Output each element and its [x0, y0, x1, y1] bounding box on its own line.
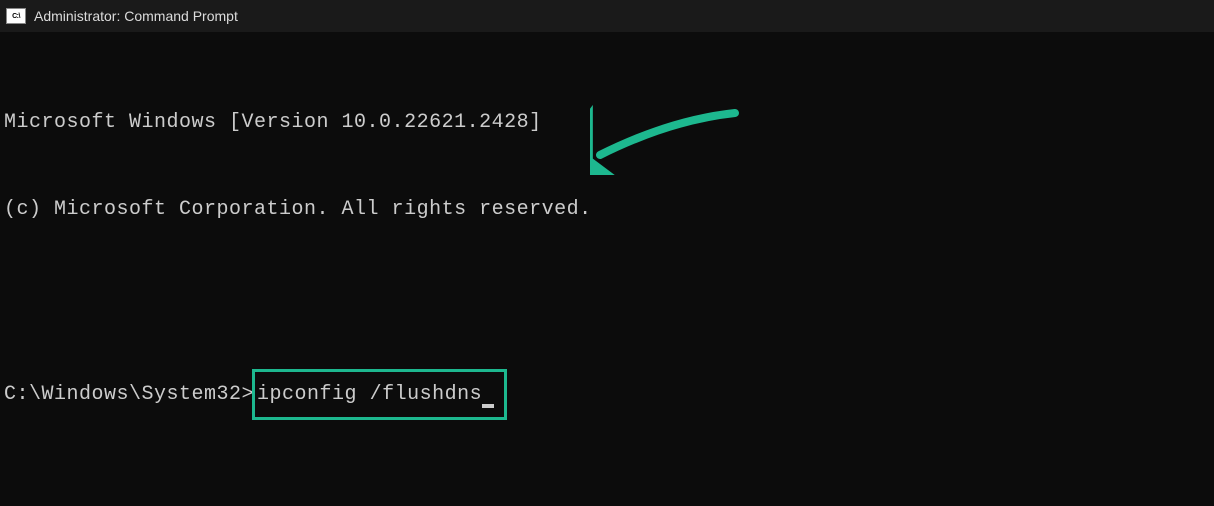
window-titlebar[interactable]: Administrator: Command Prompt: [0, 0, 1214, 32]
version-line: Microsoft Windows [Version 10.0.22621.24…: [4, 108, 1210, 137]
prompt-line: C:\Windows\System32>ipconfig /flushdns: [4, 369, 1210, 420]
command-highlight-box: ipconfig /flushdns: [252, 369, 507, 420]
copyright-line: (c) Microsoft Corporation. All rights re…: [4, 195, 1210, 224]
blank-line: [4, 282, 1210, 311]
terminal-output[interactable]: Microsoft Windows [Version 10.0.22621.24…: [0, 32, 1214, 453]
cmd-icon: [6, 8, 26, 24]
text-cursor: [482, 404, 494, 408]
typed-command: ipconfig /flushdns: [257, 383, 482, 406]
window-title: Administrator: Command Prompt: [34, 8, 238, 24]
prompt-path: C:\Windows\System32>: [4, 380, 254, 409]
